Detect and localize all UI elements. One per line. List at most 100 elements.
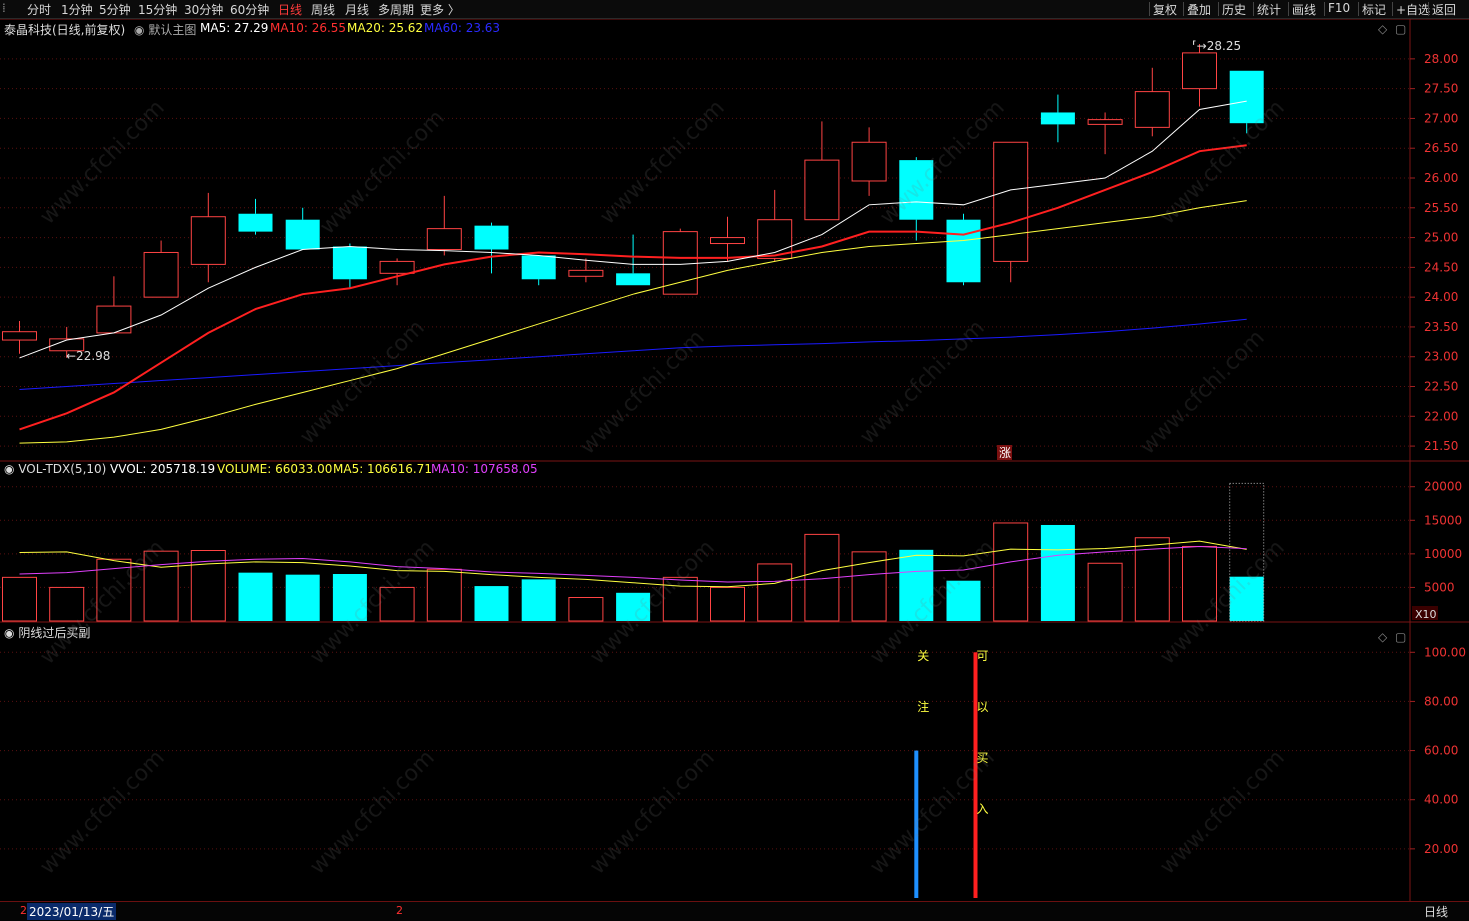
price-tick-label: 21.50 [1424, 439, 1458, 453]
tool-button-3[interactable]: 统计 [1257, 1, 1281, 18]
candle-up [1087, 119, 1123, 125]
volume-bar-down [616, 592, 651, 621]
price-tick-label: 26.50 [1424, 141, 1458, 155]
candle-up [710, 237, 745, 245]
signal-buy-text: 以 [977, 700, 989, 714]
tab-5[interactable]: 60分钟 [230, 1, 269, 18]
toolbar-separator [1183, 2, 1184, 16]
indicator-collapse-icon: ▢ [1395, 630, 1406, 644]
signal-buy-text: 买 [977, 751, 989, 765]
price-tick-label: 22.50 [1424, 380, 1458, 394]
toolbar-separator [1392, 2, 1393, 16]
tab-4[interactable]: 30分钟 [184, 1, 223, 18]
candle-down [1229, 70, 1264, 124]
volume-bar-down [521, 579, 556, 621]
indicator-tick-label: 40.00 [1424, 793, 1458, 807]
tool-button-0[interactable]: 复权 [1153, 1, 1177, 18]
low-price-label: ←22.98 [66, 349, 110, 363]
volume-bar-up [1182, 545, 1217, 622]
price-tick-label: 25.00 [1424, 231, 1458, 245]
price-tick-label: 23.00 [1424, 350, 1458, 364]
candle-down [1040, 112, 1075, 125]
kline-chart[interactable]: 21.50 22.00 22.50 23.00 23.50 24.00 24.50 25.00… [0, 19, 1469, 901]
ma10-line [19, 144, 1247, 431]
price-tick-label: 26.00 [1424, 171, 1458, 185]
candle-up [379, 260, 415, 274]
price-tick-label: 24.00 [1424, 290, 1458, 304]
tool-button-8[interactable]: 返回 [1432, 1, 1456, 18]
volume-bar-down [1229, 576, 1264, 621]
volume-bar-down [238, 572, 273, 621]
volume-bar-up [426, 568, 462, 622]
candle-up [1134, 91, 1170, 128]
volume-bar-up [143, 550, 179, 622]
tool-button-6[interactable]: 标记 [1362, 1, 1386, 18]
candle-up [2, 331, 37, 341]
tab-0[interactable]: 分时 [27, 1, 51, 18]
volume-bar-down [474, 586, 509, 621]
candle-down [616, 273, 651, 286]
diamond-icon: ◇ [1378, 22, 1388, 36]
volume-unit-label: X10 [1415, 608, 1437, 621]
volume-tick-label: 10000 [1424, 547, 1462, 561]
tool-button-7[interactable]: +自选 [1396, 1, 1430, 18]
volume-bar-up [993, 522, 1029, 622]
tab-1[interactable]: 1分钟 [61, 1, 93, 18]
candle-up [190, 216, 226, 265]
candle-up [568, 269, 604, 277]
signal-buy-text: 入 [977, 802, 989, 816]
signal-bar-watch [914, 750, 919, 898]
volume-tick-label: 5000 [1424, 580, 1455, 594]
volume-bar-up [757, 563, 793, 622]
volume-bar-up [710, 586, 745, 622]
toolbar-separator [1149, 2, 1150, 16]
tool-button-4[interactable]: 画线 [1292, 1, 1316, 18]
candle-down [899, 160, 934, 220]
bottom-marker-mid: 2 [396, 904, 403, 917]
tab-2[interactable]: 5分钟 [99, 1, 131, 18]
volume-bar-up [568, 597, 604, 622]
toolbar-separator [1428, 2, 1429, 16]
tool-button-5[interactable]: F10 [1328, 1, 1350, 15]
high-price-label: ⸢→28.25 [1192, 39, 1241, 53]
signal-buy-text: 可 [977, 649, 989, 663]
ma60-line [19, 318, 1247, 390]
tool-button-1[interactable]: 叠加 [1187, 1, 1211, 18]
volume-bar-down [1040, 524, 1075, 621]
candle-down [238, 213, 273, 232]
tab-3[interactable]: 15分钟 [138, 1, 177, 18]
price-tick-label: 28.00 [1424, 52, 1458, 66]
bottom-status-bar: 2 2023/01/13/五 2 日线 [0, 901, 1469, 921]
volume-bar-up [2, 576, 37, 622]
period-toolbar: ⁞ 分时 1分钟 5分钟 15分钟 30分钟 60分钟 日线 周线 月线 多周期 更多 〉 复权 叠加… [0, 0, 1469, 19]
toolbar-separator [1253, 2, 1254, 16]
tab-6[interactable]: 日线 [278, 1, 302, 18]
candle-up [426, 228, 462, 250]
volume-bar-down [332, 574, 367, 621]
volume-tick-label: 15000 [1424, 513, 1462, 527]
indicator-tick-label: 60.00 [1424, 744, 1458, 758]
volume-bar-up [1087, 562, 1123, 622]
tab-10[interactable]: 更多 〉 [420, 1, 460, 18]
tool-button-2[interactable]: 历史 [1222, 1, 1246, 18]
price-tick-label: 27.50 [1424, 82, 1458, 96]
toolbar-separator [1324, 2, 1325, 16]
cursor-date: 2023/01/13/五 [27, 903, 117, 920]
candle-up [804, 159, 840, 221]
volume-bar-up [379, 586, 415, 622]
menu-toggle-icon[interactable]: ⁞ [2, 1, 6, 15]
candle-down [474, 225, 509, 250]
candle-up [1182, 52, 1217, 90]
volume-bar-down [285, 574, 320, 621]
tab-9[interactable]: 多周期 [378, 1, 414, 18]
toolbar-separator [1218, 2, 1219, 16]
candle-up [143, 251, 179, 298]
tab-7[interactable]: 周线 [311, 1, 335, 18]
price-tick-label: 27.00 [1424, 111, 1458, 125]
rise-marker: 涨 [999, 445, 1011, 460]
period-indicator[interactable]: 日线 [1424, 903, 1448, 920]
price-tick-label: 23.50 [1424, 320, 1458, 334]
tab-8[interactable]: 月线 [345, 1, 369, 18]
candle-up [851, 141, 887, 182]
indicator-tick-label: 100.00 [1424, 645, 1466, 659]
